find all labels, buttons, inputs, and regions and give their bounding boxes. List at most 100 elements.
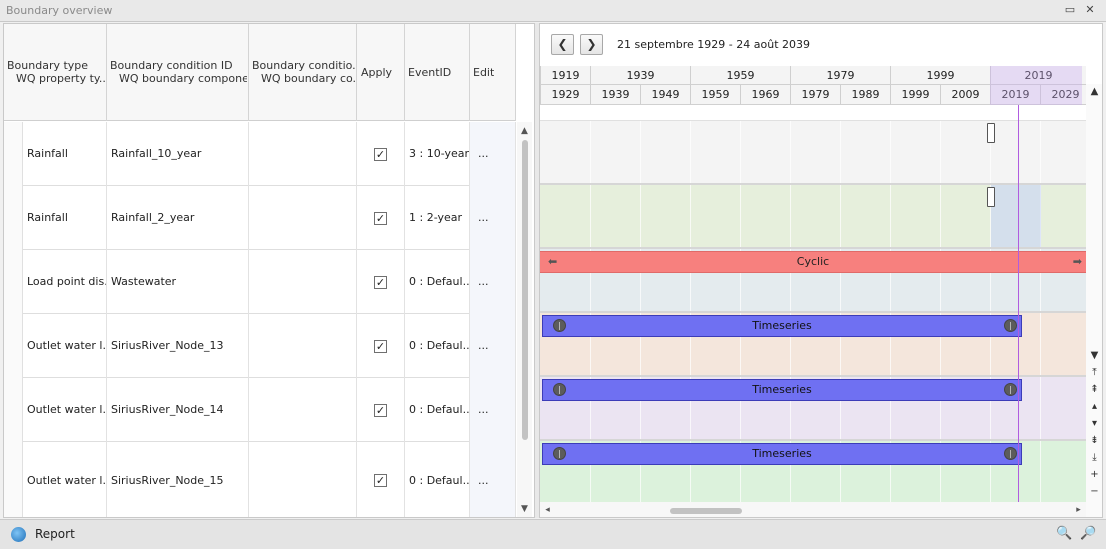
timeseries-bar[interactable]: | Timeseries |: [542, 315, 1022, 337]
minor-tick-label: 1979: [790, 85, 840, 104]
clock-icon[interactable]: |: [1004, 319, 1017, 332]
apply-cell[interactable]: ✓: [357, 314, 405, 378]
apply-cell[interactable]: ✓: [357, 250, 405, 314]
column-header-line1: Apply: [361, 66, 393, 79]
event-marker[interactable]: [987, 187, 995, 207]
minor-tick-label: 2009: [940, 85, 990, 104]
window-titlebar: Boundary overview ▭ ✕: [0, 0, 1106, 22]
event-marker[interactable]: [987, 123, 995, 143]
arrow-left-icon: ⬅: [548, 255, 558, 268]
timeseries-bar[interactable]: | Timeseries |: [542, 379, 1022, 401]
current-period-highlight: [990, 66, 1082, 105]
move-up-icon[interactable]: ▴: [1088, 401, 1101, 412]
move-page-down-icon[interactable]: ⇟: [1088, 435, 1101, 446]
column-header-line1: Boundary type: [7, 59, 89, 72]
add-icon[interactable]: +: [1088, 469, 1101, 480]
column-header-eventid[interactable]: EventID: [405, 24, 470, 121]
scroll-left-icon[interactable]: ◂: [540, 505, 555, 515]
scroll-right-icon[interactable]: ▸: [1071, 505, 1086, 515]
timeline-lane[interactable]: | Timeseries |: [540, 377, 1086, 441]
apply-cell[interactable]: ✓: [357, 122, 405, 186]
timeline-lane[interactable]: [540, 185, 1086, 249]
edit-button[interactable]: ...: [470, 186, 516, 250]
scroll-thumb[interactable]: [670, 508, 742, 514]
apply-cell[interactable]: ✓: [357, 378, 405, 442]
move-down-icon[interactable]: ▾: [1088, 418, 1101, 429]
clock-icon[interactable]: |: [553, 447, 566, 460]
table-row[interactable]: Outlet water l... SiriusRiver_Node_14 ✓ 0 :…: [4, 378, 516, 442]
timeline-horizontal-scrollbar[interactable]: ◂ ▸: [540, 502, 1086, 517]
arrow-right-icon: ➡: [1072, 255, 1082, 268]
scroll-thumb[interactable]: [522, 140, 528, 440]
zoom-out-icon[interactable]: 🔎: [1080, 526, 1096, 542]
bar-label: Timeseries: [752, 447, 812, 460]
remove-icon[interactable]: −: [1088, 486, 1101, 497]
minor-tick-label: 1969: [740, 85, 790, 104]
table-row[interactable]: Rainfall Rainfall_10_year ✓ 3 : 10-year...: [4, 122, 516, 186]
move-page-up-icon[interactable]: ⇞: [1088, 384, 1101, 395]
scroll-down-icon[interactable]: ▼: [517, 504, 532, 514]
edit-button[interactable]: ...: [470, 122, 516, 186]
major-tick-label: 1959: [690, 66, 790, 84]
apply-checkbox[interactable]: ✓: [374, 404, 387, 417]
grid-line: [840, 185, 841, 247]
scroll-up-icon[interactable]: ▲: [517, 126, 532, 136]
cond-cell: [249, 122, 357, 186]
zoom-in-icon[interactable]: 🔍: [1056, 526, 1072, 542]
move-to-top-icon[interactable]: ⤒: [1088, 367, 1101, 378]
cond-cell: [249, 186, 357, 250]
apply-cell[interactable]: ✓: [357, 186, 405, 250]
grid-line: [1040, 441, 1041, 503]
edit-button[interactable]: ...: [470, 314, 516, 378]
date-range-label: 21 septembre 1929 - 24 août 2039: [617, 38, 810, 51]
column-header-boundary-type[interactable]: Boundary type WQ property ty...: [4, 24, 107, 121]
edit-button[interactable]: ...: [470, 378, 516, 442]
table-row[interactable]: Rainfall Rainfall_2_year ✓ 1 : 2-year...: [4, 186, 516, 250]
scroll-up-icon[interactable]: ▲: [1088, 86, 1101, 97]
report-label[interactable]: Report: [35, 527, 75, 541]
timeline-lane[interactable]: ⬅ Cyclic ➡: [540, 249, 1086, 313]
chevron-right-icon: ❯: [586, 37, 597, 51]
column-header-boundary-condition-id[interactable]: Boundary condition ID WQ boundary compon…: [107, 24, 249, 121]
minor-tick-label: 1999: [890, 85, 940, 104]
timeline-lane[interactable]: | Timeseries |: [540, 313, 1086, 377]
table-row[interactable]: Outlet water l... SiriusRiver_Node_15 ✓ 0 :…: [4, 442, 516, 517]
grid-line: [1040, 377, 1041, 439]
edit-button[interactable]: ...: [470, 442, 516, 517]
minor-tick-label: 1949: [640, 85, 690, 104]
minor-tick-label: 1959: [690, 85, 740, 104]
apply-checkbox[interactable]: ✓: [374, 148, 387, 161]
event-cell: 0 : Defaul...: [405, 442, 470, 517]
restore-button[interactable]: ▭: [1063, 3, 1077, 17]
timeline-spacer: [540, 105, 1086, 121]
apply-cell[interactable]: ✓: [357, 442, 405, 517]
table-row[interactable]: Load point dis... Wastewater ✓ 0 : Defaul..…: [4, 250, 516, 314]
edit-button[interactable]: ...: [470, 250, 516, 314]
id-cell: Rainfall_2_year: [107, 186, 249, 250]
apply-checkbox[interactable]: ✓: [374, 474, 387, 487]
cyclic-bar[interactable]: ⬅ Cyclic ➡: [540, 251, 1086, 273]
clock-icon[interactable]: |: [553, 383, 566, 396]
scroll-down-icon[interactable]: ▼: [1088, 350, 1101, 361]
move-to-bottom-icon[interactable]: ⤓: [1088, 452, 1101, 463]
previous-button[interactable]: ❮: [551, 34, 574, 55]
column-header-boundary-condition[interactable]: Boundary conditio... WQ boundary co...: [249, 24, 357, 121]
timeline-lane[interactable]: [540, 121, 1086, 185]
grid-vertical-scrollbar[interactable]: ▲ ▼: [517, 122, 532, 517]
clock-icon[interactable]: |: [1004, 447, 1017, 460]
table-row[interactable]: Outlet water l... SiriusRiver_Node_13 ✓ 0 :…: [4, 314, 516, 378]
grid-line: [890, 121, 891, 183]
timeseries-bar[interactable]: | Timeseries |: [542, 443, 1022, 465]
boundary-grid: Boundary type WQ property ty... Boundary…: [3, 23, 535, 518]
clock-icon[interactable]: |: [553, 319, 566, 332]
timeline-lane[interactable]: | Timeseries |: [540, 441, 1086, 505]
apply-checkbox[interactable]: ✓: [374, 276, 387, 289]
next-button[interactable]: ❯: [580, 34, 603, 55]
apply-checkbox[interactable]: ✓: [374, 340, 387, 353]
close-button[interactable]: ✕: [1083, 3, 1097, 17]
apply-checkbox[interactable]: ✓: [374, 212, 387, 225]
minor-tick-label: 1929: [540, 85, 590, 104]
clock-icon[interactable]: |: [1004, 383, 1017, 396]
column-header-apply[interactable]: Apply: [357, 24, 405, 121]
column-header-edit[interactable]: Edit: [470, 24, 516, 121]
